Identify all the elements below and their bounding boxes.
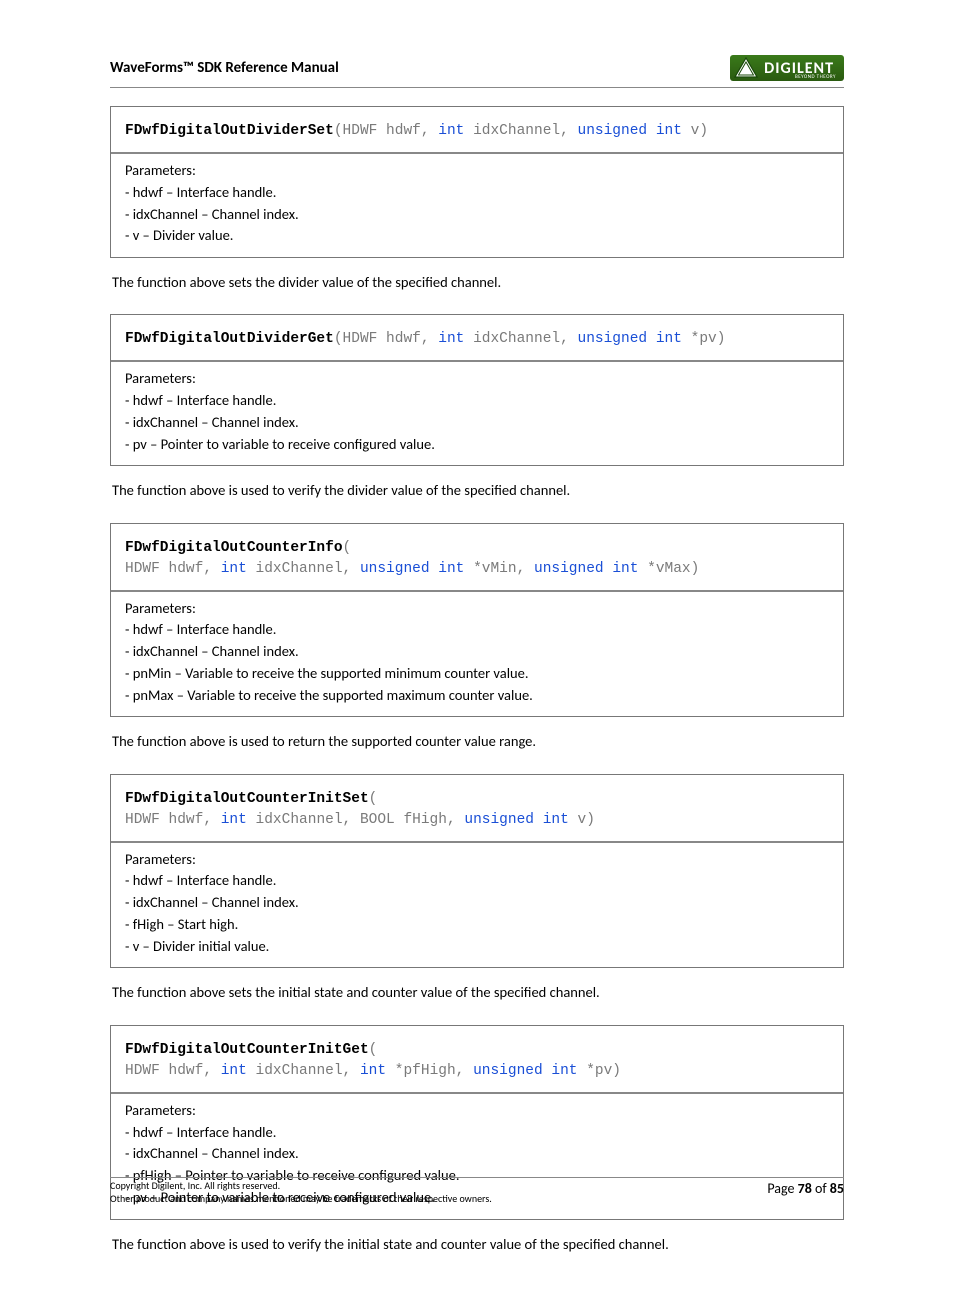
function-name: FDwfDigitalOutDividerSet [125, 123, 334, 139]
parameter-item: - hdwf – Interface handle. [125, 390, 829, 412]
footer-page-number: Page 78 of 85 [767, 1180, 844, 1197]
logo-triangle-icon [734, 57, 758, 79]
sig-text: ( [343, 540, 352, 556]
parameters-label: Parameters: [125, 598, 829, 620]
sig-text: idxChannel, [464, 123, 577, 139]
parameter-item: - hdwf – Interface handle. [125, 1122, 829, 1144]
function-description: The function above is used to verify the… [112, 1234, 844, 1254]
sig-text: HDWF hdwf, [125, 1063, 221, 1079]
parameter-item: - hdwf – Interface handle. [125, 182, 829, 204]
function-block: FDwfDigitalOutCounterInitSet(HDWF hdwf, … [110, 774, 844, 969]
function-signature: FDwfDigitalOutCounterInitSet(HDWF hdwf, … [111, 775, 843, 843]
sig-text: ( [369, 1042, 378, 1058]
keyword: int [438, 331, 464, 347]
sig-text: *vMax) [638, 561, 699, 577]
function-signature: FDwfDigitalOutDividerSet(HDWF hdwf, int … [111, 107, 843, 154]
parameter-item: - idxChannel – Channel index. [125, 204, 829, 226]
keyword: unsigned int [360, 561, 464, 577]
parameters-list: Parameters:- hdwf – Interface handle.- i… [111, 362, 843, 465]
function-name: FDwfDigitalOutCounterInitSet [125, 791, 369, 807]
keyword: int [221, 561, 247, 577]
parameter-item: - idxChannel – Channel index. [125, 641, 829, 663]
sig-text: *pfHigh, [386, 1063, 473, 1079]
sig-text: *pv) [682, 331, 726, 347]
sig-text: (HDWF hdwf, [334, 123, 438, 139]
footer-copyright-block: Copyright Digilent, Inc. All rights rese… [110, 1180, 492, 1205]
digilent-logo: DIGILENT BEYOND THEORY [730, 55, 844, 81]
parameters-list: Parameters:- hdwf – Interface handle.- i… [111, 843, 843, 968]
keyword: int [438, 123, 464, 139]
keyword: unsigned int [464, 812, 568, 828]
keyword: unsigned int [578, 123, 682, 139]
sig-text: (HDWF hdwf, [334, 331, 438, 347]
parameter-item: - v – Divider value. [125, 225, 829, 247]
parameters-list: Parameters:- hdwf – Interface handle.- i… [111, 592, 843, 717]
sig-text: v) [569, 812, 595, 828]
keyword: unsigned int [578, 331, 682, 347]
sig-text: *pv) [578, 1063, 622, 1079]
keyword: int [221, 812, 247, 828]
parameters-label: Parameters: [125, 849, 829, 871]
parameter-item: - fHigh – Start high. [125, 914, 829, 936]
function-signature: FDwfDigitalOutCounterInitGet(HDWF hdwf, … [111, 1026, 843, 1094]
function-block: FDwfDigitalOutDividerGet(HDWF hdwf, int … [110, 314, 844, 466]
sig-text: HDWF hdwf, [125, 812, 221, 828]
function-signature: FDwfDigitalOutCounterInfo( HDWF hdwf, int… [111, 524, 843, 592]
function-description: The function above sets the divider valu… [112, 272, 844, 292]
parameter-item: - idxChannel – Channel index. [125, 892, 829, 914]
parameter-item: - pnMax – Variable to receive the suppor… [125, 685, 829, 707]
sig-text: v) [682, 123, 708, 139]
parameter-item: - hdwf – Interface handle. [125, 870, 829, 892]
function-description: The function above is used to return the… [112, 731, 844, 751]
keyword: int [221, 1063, 247, 1079]
function-name: FDwfDigitalOutDividerGet [125, 331, 334, 347]
page-footer: Copyright Digilent, Inc. All rights rese… [110, 1177, 844, 1205]
parameters-label: Parameters: [125, 160, 829, 182]
keyword: unsigned int [473, 1063, 577, 1079]
page-header: WaveForms™ SDK Reference Manual DIGILENT… [110, 55, 844, 88]
sig-text: idxChannel, [247, 1063, 360, 1079]
function-signature: FDwfDigitalOutDividerGet(HDWF hdwf, int … [111, 315, 843, 362]
keyword: unsigned int [534, 561, 638, 577]
sig-text: idxChannel, BOOL fHigh, [247, 812, 465, 828]
function-block: FDwfDigitalOutCounterInfo( HDWF hdwf, int… [110, 523, 844, 718]
parameter-item: - hdwf – Interface handle. [125, 619, 829, 641]
keyword: int [360, 1063, 386, 1079]
parameter-item: - pnMin – Variable to receive the suppor… [125, 663, 829, 685]
parameter-item: - idxChannel – Channel index. [125, 412, 829, 434]
document-title: WaveForms™ SDK Reference Manual [110, 59, 339, 77]
function-name: FDwfDigitalOutCounterInfo [125, 540, 343, 556]
logo-subtext: BEYOND THEORY [795, 74, 836, 80]
function-block: FDwfDigitalOutDividerSet(HDWF hdwf, int … [110, 106, 844, 258]
footer-copyright: Copyright Digilent, Inc. All rights rese… [110, 1180, 492, 1193]
parameter-item: - idxChannel – Channel index. [125, 1143, 829, 1165]
sig-text: ( [369, 791, 378, 807]
parameters-label: Parameters: [125, 368, 829, 390]
parameters-label: Parameters: [125, 1100, 829, 1122]
sig-text: idxChannel, [464, 331, 577, 347]
parameter-item: - v – Divider initial value. [125, 936, 829, 958]
parameters-list: Parameters:- hdwf – Interface handle.- i… [111, 154, 843, 257]
sig-text: idxChannel, [247, 561, 360, 577]
parameter-item: - pv – Pointer to variable to receive co… [125, 434, 829, 456]
function-name: FDwfDigitalOutCounterInitGet [125, 1042, 369, 1058]
function-description: The function above sets the initial stat… [112, 982, 844, 1002]
function-description: The function above is used to verify the… [112, 480, 844, 500]
footer-trademark: Other product and company names mentione… [110, 1193, 492, 1206]
sig-text: *vMin, [464, 561, 534, 577]
sig-text: HDWF hdwf, [125, 561, 221, 577]
